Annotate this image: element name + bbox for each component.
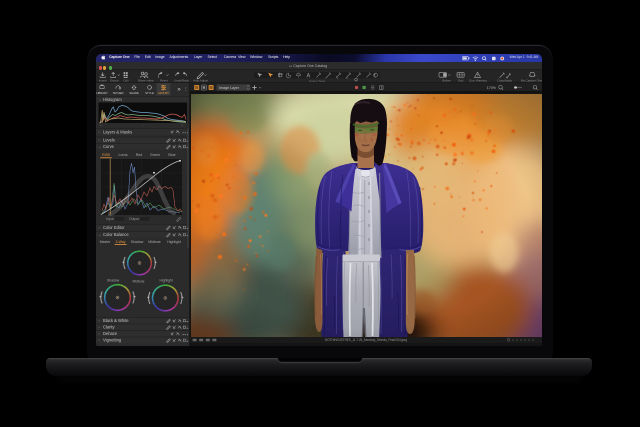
svg-text:⌄: ⌄ [99, 145, 102, 149]
svg-text:Auto Adjust: Auto Adjust [193, 78, 208, 82]
svg-text:Share online: Share online [138, 78, 155, 82]
svg-text:Color Balance: Color Balance [103, 232, 129, 237]
svg-text:Grid: Grid [458, 78, 464, 82]
svg-text:Midtone: Midtone [133, 279, 145, 283]
svg-text:LIBRARY: LIBRARY [96, 91, 108, 95]
svg-text:RGB: RGB [102, 153, 110, 157]
svg-text:Green: Green [150, 153, 160, 157]
svg-text:Curve: Curve [103, 144, 115, 149]
svg-text:Luma: Luma [119, 153, 128, 157]
svg-text:Midtone: Midtone [148, 240, 161, 244]
svg-text:Shadow: Shadow [131, 240, 144, 244]
svg-text:3-Way: 3-Way [116, 240, 126, 244]
svg-text:Master: Master [100, 240, 112, 244]
svg-text:⋮: ⋮ [184, 86, 188, 91]
svg-text:Input: Input [106, 217, 114, 221]
svg-text:Export: Export [110, 78, 119, 82]
svg-text:TETHER: TETHER [113, 91, 124, 95]
svg-text:Copy/Apply: Copy/Apply [497, 78, 512, 82]
svg-text:Reset: Reset [160, 78, 168, 82]
svg-text:Clarity: Clarity [103, 325, 116, 330]
svg-text:Color Editor: Color Editor [103, 225, 125, 230]
svg-text:Output: Output [129, 217, 139, 221]
svg-text:Histogram: Histogram [103, 97, 122, 102]
svg-text:⌄: ⌄ [99, 233, 102, 237]
svg-text:⌄: ⌄ [99, 98, 102, 102]
svg-text:Before: Before [442, 78, 451, 82]
svg-text:Import: Import [99, 78, 107, 82]
svg-text:Cull: Cull [123, 78, 128, 82]
svg-text:Levels: Levels [103, 138, 115, 143]
svg-text:Highlight: Highlight [160, 279, 173, 283]
svg-text:Red: Red [136, 153, 143, 157]
svg-text:Shadow: Shadow [107, 279, 120, 283]
svg-text:Dehaze: Dehaze [103, 331, 118, 336]
svg-text:Image Layer: Image Layer [219, 86, 240, 90]
svg-text:Exp. Warning: Exp. Warning [469, 78, 487, 82]
svg-text:170%: 170% [487, 86, 497, 90]
svg-text:Blue: Blue [168, 153, 175, 157]
svg-text:Highlight: Highlight [167, 240, 181, 244]
svg-text:Undo/Redo: Undo/Redo [174, 78, 189, 82]
svg-text:Layers & Masks: Layers & Masks [103, 129, 132, 134]
svg-text:•: • [142, 124, 143, 127]
svg-text:My Capture One: My Capture One [521, 78, 542, 82]
svg-text:ADJUST: ADJUST [158, 91, 169, 95]
svg-text:SHARE: SHARE [129, 91, 139, 95]
svg-text:Vignetting: Vignetting [103, 338, 122, 343]
svg-text:Black & White: Black & White [103, 318, 129, 323]
svg-text:STYLE: STYLE [145, 91, 154, 95]
